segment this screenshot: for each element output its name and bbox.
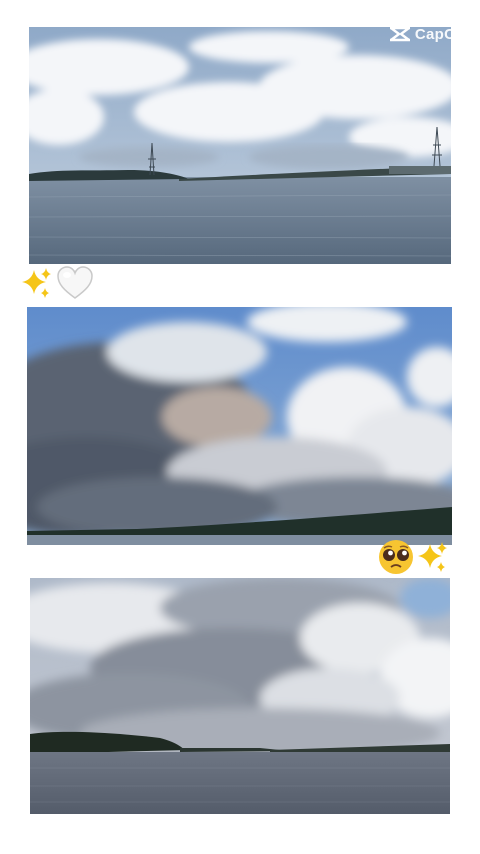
white-heart-icon	[56, 266, 94, 300]
river-photo-3	[30, 578, 450, 814]
river-photo-1	[29, 27, 451, 264]
storm-clouds-photo	[27, 307, 452, 545]
sparkles-icon	[22, 266, 52, 300]
sparkles-icon	[418, 540, 448, 574]
pleading-face-icon	[378, 539, 414, 575]
cloudy-river-photo	[30, 578, 450, 814]
sticker-row-2	[378, 539, 448, 575]
river-with-towers-photo	[29, 27, 451, 264]
watermark-text: CapCut	[414, 25, 470, 43]
capcut-logo-icon	[389, 26, 410, 42]
clouds-photo-2	[27, 307, 452, 545]
sticker-row-1	[22, 266, 94, 300]
capcut-watermark: CapCut	[389, 24, 470, 44]
